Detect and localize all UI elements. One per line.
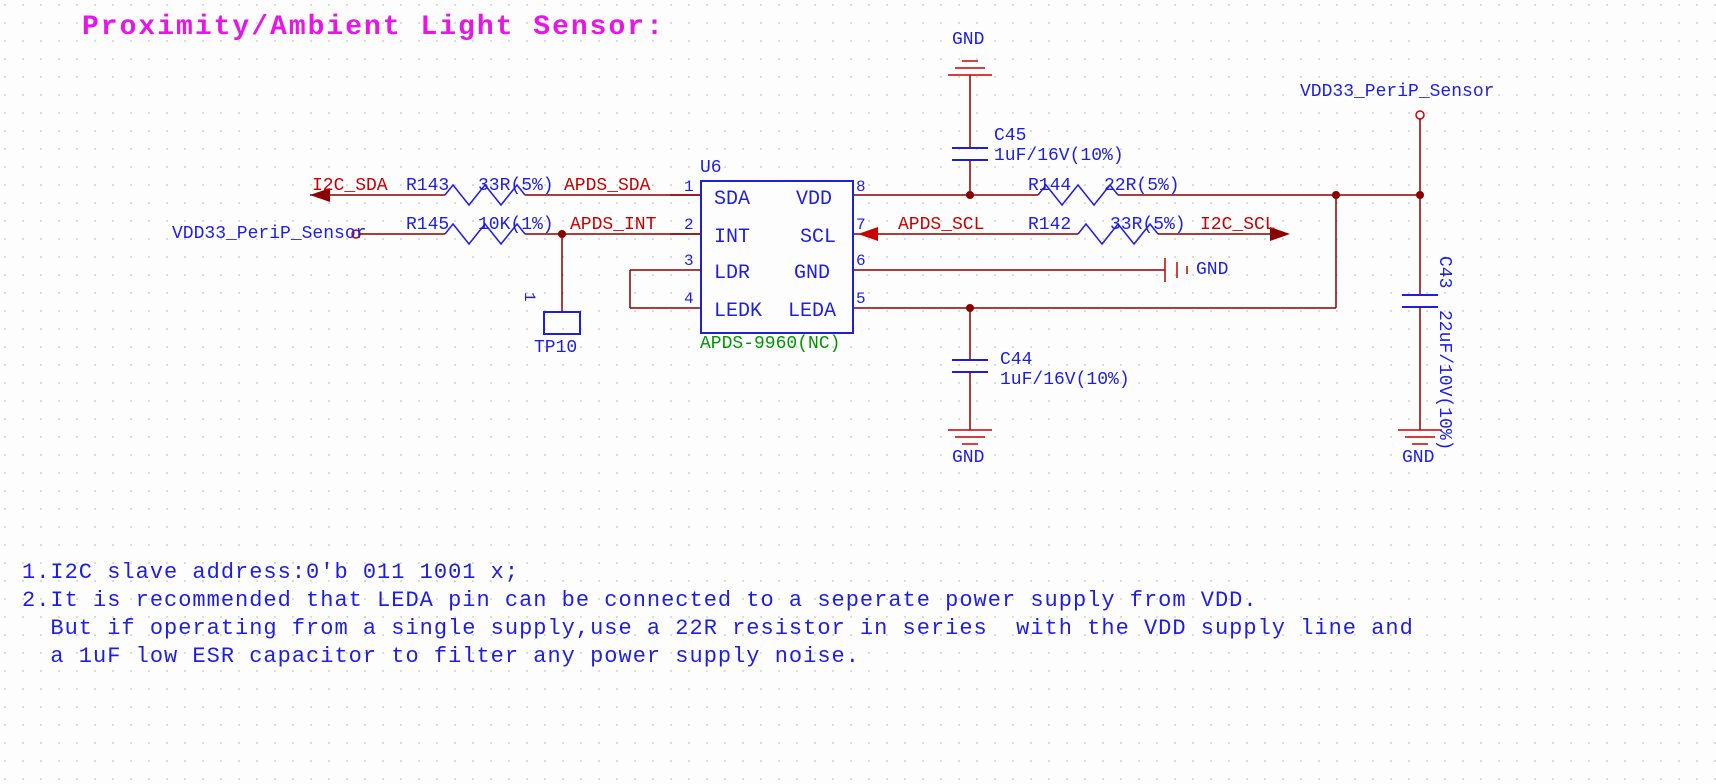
note-line-4: a 1uF low ESR capacitor to filter any po… bbox=[22, 644, 860, 669]
c44-ref: C44 bbox=[1000, 350, 1032, 370]
pin-1-name: SDA bbox=[714, 188, 750, 211]
c43-ref: C43 bbox=[1434, 256, 1454, 288]
tp10-pin: 1 bbox=[520, 292, 538, 302]
pin-5-name: LEDA bbox=[788, 300, 836, 323]
pin-7-name: SCL bbox=[800, 226, 836, 249]
tp10-ref: TP10 bbox=[534, 338, 577, 358]
pin-3-name: LDR bbox=[714, 262, 750, 285]
r142-ref: R142 bbox=[1028, 215, 1071, 235]
r143-val: 33R(5%) bbox=[478, 176, 554, 196]
net-i2c-scl: I2C_SCL bbox=[1200, 215, 1276, 235]
pin-num-8: 8 bbox=[856, 178, 866, 196]
gnd-top: GND bbox=[952, 30, 984, 50]
r145-val: 10K(1%) bbox=[478, 215, 554, 235]
pin-8-name: VDD bbox=[796, 188, 832, 211]
r145-ref: R145 bbox=[406, 215, 449, 235]
pin-num-5: 5 bbox=[856, 290, 866, 308]
net-apds-sda: APDS_SDA bbox=[564, 176, 650, 196]
net-vdd33-top: VDD33_PeriP_Sensor bbox=[1300, 82, 1494, 102]
note-line-3: But if operating from a single supply,us… bbox=[22, 616, 1414, 641]
pin-num-1: 1 bbox=[684, 178, 694, 196]
gnd-pin6: GND bbox=[1196, 260, 1228, 280]
pin-2-name: INT bbox=[714, 226, 750, 249]
note-line-2: 2.It is recommended that LEDA pin can be… bbox=[22, 588, 1258, 613]
pin-num-4: 4 bbox=[684, 290, 694, 308]
r144-ref: R144 bbox=[1028, 176, 1071, 196]
chip-part: APDS-9960(NC) bbox=[700, 334, 840, 354]
net-i2c-sda: I2C_SDA bbox=[312, 176, 388, 196]
pin-num-7: 7 bbox=[856, 216, 866, 234]
c43-val: 22uF/10V(10%) bbox=[1434, 310, 1454, 450]
c44-val: 1uF/16V(10%) bbox=[1000, 370, 1130, 390]
gnd-c43: GND bbox=[1402, 448, 1434, 468]
c45-val: 1uF/16V(10%) bbox=[994, 146, 1124, 166]
note-line-1: 1.I2C slave address:0'b 011 1001 x; bbox=[22, 560, 519, 585]
pin-num-3: 3 bbox=[684, 252, 694, 270]
r142-val: 33R(5%) bbox=[1110, 215, 1186, 235]
pin-4-name: LEDK bbox=[714, 300, 762, 323]
net-apds-scl: APDS_SCL bbox=[898, 215, 984, 235]
pin-num-2: 2 bbox=[684, 216, 694, 234]
chip-ref: U6 bbox=[700, 158, 722, 178]
net-apds-int: APDS_INT bbox=[570, 215, 656, 235]
pin-6-name: GND bbox=[794, 262, 830, 285]
net-vdd33-left: VDD33_PeriP_Sensor bbox=[172, 224, 366, 244]
r143-ref: R143 bbox=[406, 176, 449, 196]
gnd-c44: GND bbox=[952, 448, 984, 468]
c45-ref: C45 bbox=[994, 126, 1026, 146]
pin-num-6: 6 bbox=[856, 252, 866, 270]
r144-val: 22R(5%) bbox=[1104, 176, 1180, 196]
